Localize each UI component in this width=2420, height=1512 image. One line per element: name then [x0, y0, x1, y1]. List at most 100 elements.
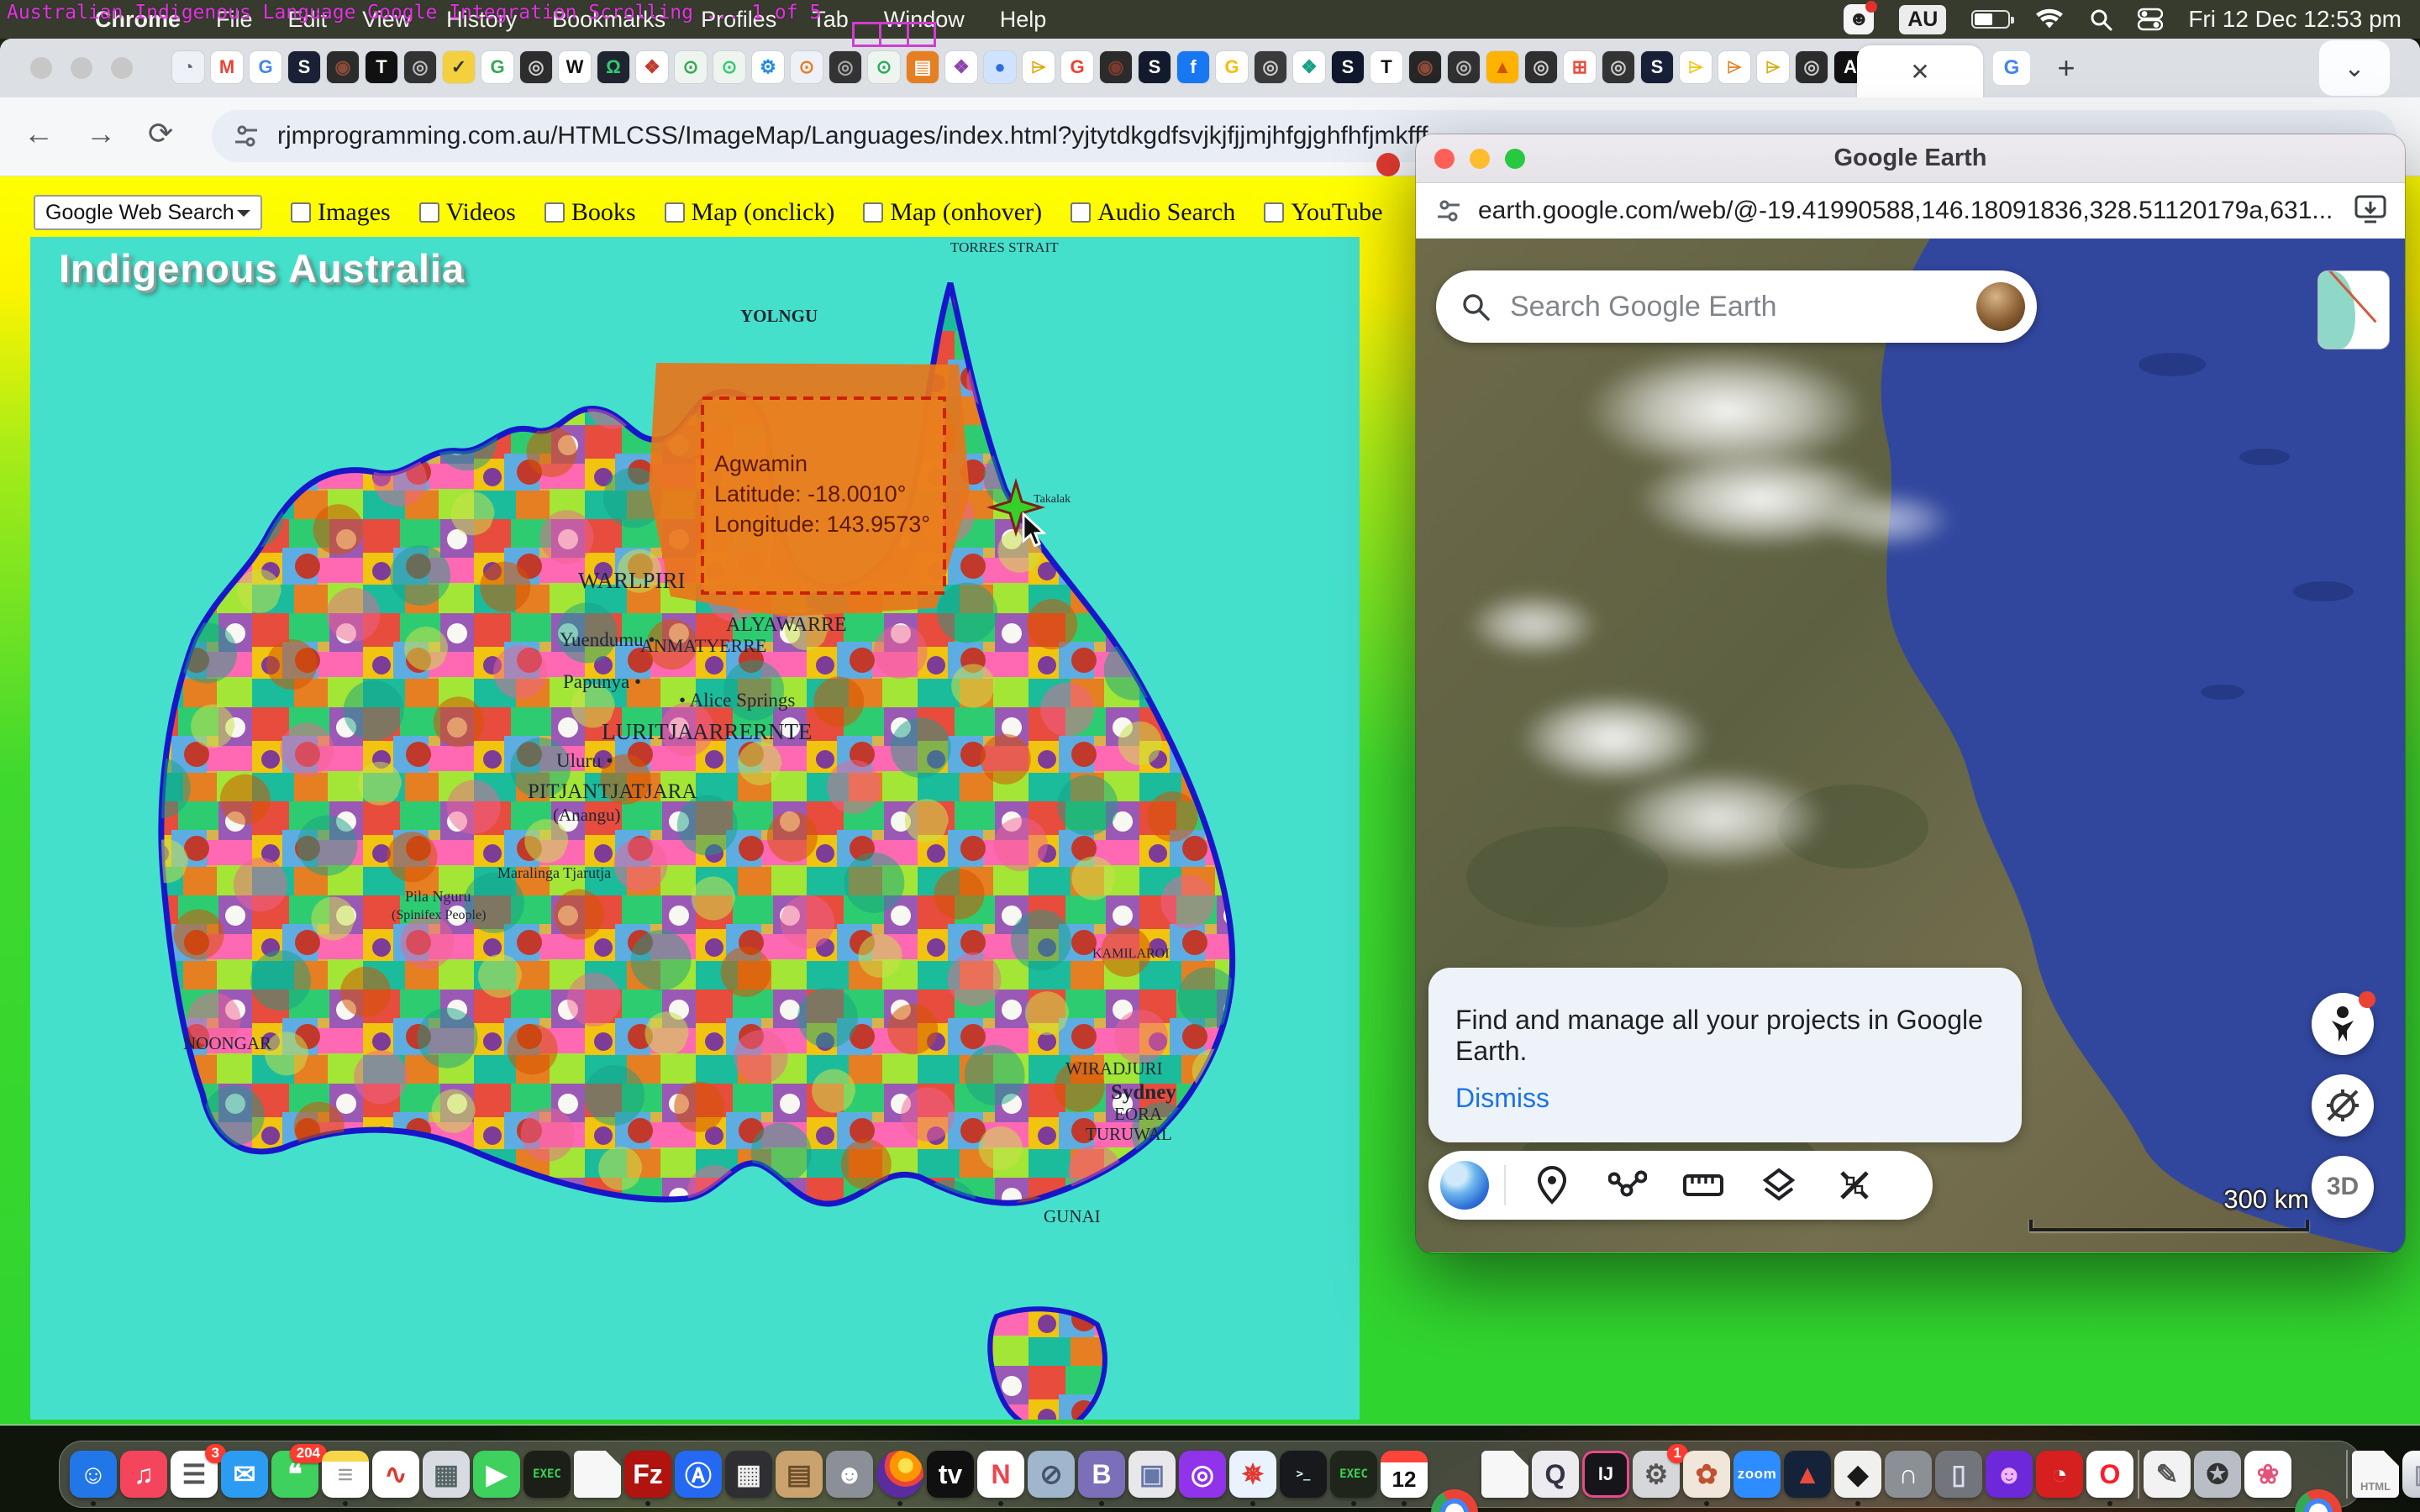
dock-notes[interactable]: ≡	[322, 1451, 369, 1498]
checkbox-box[interactable]	[1264, 202, 1284, 223]
google-earth-logo[interactable]	[1440, 1161, 1489, 1210]
dock-opera[interactable]: O	[2086, 1451, 2133, 1498]
my-location-button[interactable]	[2312, 1074, 2374, 1137]
tab-favicon[interactable]: Ω	[597, 51, 629, 83]
install-app-icon[interactable]	[2354, 195, 2386, 225]
tab-favicon[interactable]: ◎	[829, 51, 861, 83]
tab-favicon[interactable]: ◉	[1409, 51, 1441, 83]
dock-terminal-exec[interactable]: EXEC	[523, 1451, 571, 1498]
dock-intellij[interactable]: IJ	[1582, 1451, 1629, 1498]
dock-reminders[interactable]: ☰3	[171, 1451, 218, 1498]
tab-favicon[interactable]: ⌲	[1680, 51, 1712, 83]
tab-google[interactable]: G	[1993, 51, 2030, 85]
menu-clock[interactable]: Fri 12 Dec 12:53 pm	[2188, 6, 2402, 33]
tab-favicon[interactable]: G	[1061, 51, 1093, 83]
dock-launchpad[interactable]: ▦	[423, 1451, 470, 1498]
tab-favicon[interactable]: ⊞	[1564, 51, 1596, 83]
checkbox-box[interactable]	[544, 202, 565, 223]
zoom-window-button[interactable]	[1505, 149, 1525, 169]
dock-white-blob[interactable]: ∩	[1885, 1451, 1932, 1498]
account-avatar[interactable]	[1976, 282, 2025, 331]
dock-accessibility[interactable]: ✪	[2194, 1451, 2241, 1498]
dock-news[interactable]: N	[977, 1451, 1024, 1498]
dock-finder[interactable]: ☺	[70, 1451, 117, 1498]
dock-chrome[interactable]	[1431, 1489, 1478, 1512]
indigenous-australia-map[interactable]: Indigenous Australia TORRES STRAITYOLNGU…	[30, 237, 1360, 1420]
draw-path-button[interactable]	[1590, 1168, 1665, 1202]
dock-activity[interactable]: ∿	[372, 1451, 419, 1498]
tab-favicon[interactable]: ⚙	[752, 51, 784, 83]
dock-app-icon[interactable]	[2345, 1451, 2349, 1498]
control-center-icon[interactable]	[2138, 8, 2163, 31]
tab-favicon[interactable]: T	[1370, 51, 1402, 83]
earth-title-bar[interactable]: Google Earth	[1416, 134, 2405, 183]
dock-quicktime[interactable]: Q	[1532, 1451, 1579, 1498]
dock-iphone-mirroring[interactable]: ▯	[1935, 1451, 1982, 1498]
tab-favicon[interactable]: ▲	[1486, 51, 1518, 83]
edit-tools-button[interactable]	[1817, 1168, 1892, 1203]
earth-address-bar[interactable]: earth.google.com/web/@-19.41990588,146.1…	[1416, 183, 2405, 239]
dock-apple-tv[interactable]: tv	[927, 1451, 974, 1498]
tab-favicon[interactable]: ◎	[1525, 51, 1557, 83]
dock-photos[interactable]: ❀	[2244, 1451, 2291, 1498]
site-settings-icon[interactable]	[234, 123, 259, 149]
forward-button[interactable]: →	[86, 116, 116, 151]
earth-viewport[interactable]: Search Google Earth Find and manage all …	[1416, 239, 2405, 1252]
dock-terminal[interactable]: >_	[1280, 1451, 1327, 1498]
checkbox-box[interactable]	[863, 202, 883, 223]
dock-calendar[interactable]: 12	[1381, 1451, 1428, 1498]
tab-favicon[interactable]: ⌲	[1023, 51, 1055, 83]
tab-favicon[interactable]: ❖	[945, 51, 977, 83]
dock-purple-cat[interactable]: ☻	[1986, 1451, 2033, 1498]
dock-messages[interactable]: ❝204	[271, 1451, 318, 1498]
search-option-checkbox[interactable]: Videos	[419, 198, 516, 227]
earth-window-controls[interactable]	[1434, 149, 1525, 169]
dock-bbedit[interactable]: B	[1078, 1451, 1125, 1498]
dock-preview[interactable]: ▣	[1128, 1451, 1176, 1498]
dock-chrome-device[interactable]	[2295, 1489, 2342, 1512]
dock-mail[interactable]: ✉	[221, 1451, 268, 1498]
earth-search-placeholder[interactable]: Search Google Earth	[1510, 291, 1976, 323]
tab-favicon[interactable]: ●	[984, 51, 1016, 83]
measure-button[interactable]	[1665, 1171, 1741, 1200]
close-tab-icon[interactable]: ✕	[1910, 58, 1929, 86]
tab-favicon[interactable]: ▤	[907, 51, 939, 83]
layers-button[interactable]	[1741, 1167, 1817, 1204]
tab-favicon[interactable]: G	[1216, 51, 1248, 83]
tab-favicon[interactable]: G	[250, 51, 281, 83]
dock-speedtest[interactable]: ◔	[2036, 1451, 2083, 1498]
tab-favicon[interactable]: ◔	[172, 51, 204, 83]
dock-contacts[interactable]: ▤	[776, 1451, 823, 1498]
tab-favicon[interactable]: f	[1177, 51, 1209, 83]
battery-icon[interactable]	[1971, 10, 2010, 29]
search-option-checkbox[interactable]: Books	[544, 198, 636, 227]
tab-favicon[interactable]: ⌲	[1757, 51, 1789, 83]
add-placemark-button[interactable]	[1514, 1166, 1590, 1205]
back-button[interactable]: ←	[24, 116, 54, 151]
dock-prohibited[interactable]: ⊘	[1028, 1451, 1075, 1498]
tab-favicon[interactable]: ⊙	[713, 51, 745, 83]
dismiss-button[interactable]: Dismiss	[1455, 1083, 1549, 1114]
site-settings-icon[interactable]	[1436, 198, 1461, 223]
search-option-checkbox[interactable]: YouTube	[1264, 198, 1382, 227]
tab-favicon[interactable]: ❖	[1293, 51, 1325, 83]
dock-mascot[interactable]: ☻	[826, 1451, 873, 1498]
input-source-badge[interactable]: AU	[1899, 5, 1946, 34]
tab-favicon[interactable]: ◎	[1255, 51, 1286, 83]
dock-facetime[interactable]: ▶	[473, 1451, 520, 1498]
overview-minimap[interactable]	[2317, 270, 2390, 349]
spotlight-search-icon[interactable]	[2089, 8, 2112, 31]
pegman-button[interactable]	[2312, 993, 2374, 1055]
tab-favicon[interactable]: ◎	[1602, 51, 1634, 83]
tab-favicon[interactable]: S	[1332, 51, 1364, 83]
dock-firefox[interactable]	[876, 1451, 923, 1498]
url-text[interactable]: rjmprogramming.com.au/HTMLCSS/ImageMap/L…	[277, 122, 1428, 150]
checkbox-box[interactable]	[1071, 202, 1091, 223]
dock-keypad[interactable]: ▦	[725, 1451, 772, 1498]
dock-pencil-note[interactable]: ✎	[2144, 1451, 2191, 1498]
tab-favicon[interactable]: ⊙	[791, 51, 823, 83]
tab-favicon[interactable]: ⊙	[868, 51, 900, 83]
close-window-button[interactable]	[30, 57, 52, 79]
dock-podcasts[interactable]: ◎	[1179, 1451, 1226, 1498]
dock-terminal-2[interactable]: EXEC	[1330, 1451, 1377, 1498]
